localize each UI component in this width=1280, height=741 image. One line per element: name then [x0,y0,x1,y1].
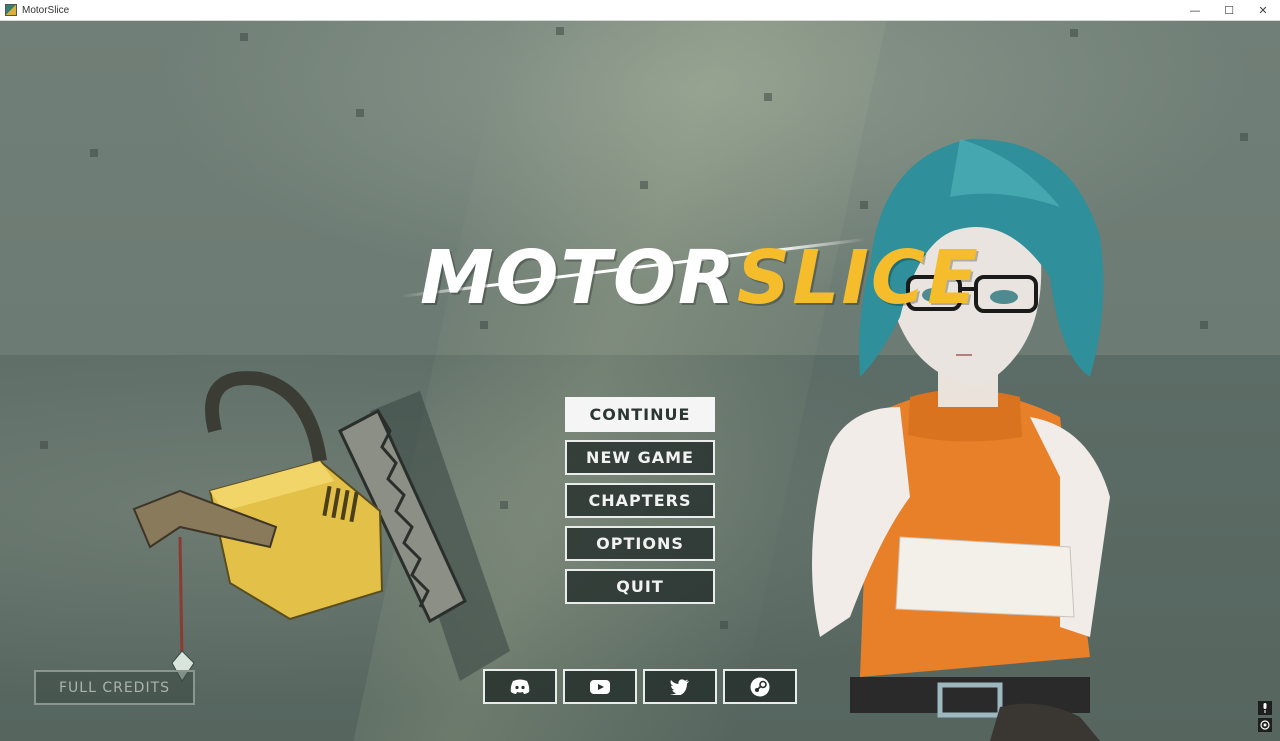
wall-pixel [1240,133,1248,141]
chapters-button[interactable]: CHAPTERS [565,483,715,518]
youtube-button[interactable] [563,669,637,704]
wall-pixel [240,33,248,41]
maximize-button[interactable]: ☐ [1212,0,1246,20]
discord-icon [510,679,530,694]
wall-pixel [640,181,648,189]
overlay-corner-icons [1258,701,1274,735]
youtube-icon [590,679,610,694]
close-button[interactable]: ✕ [1246,0,1280,20]
wall-pixel [556,27,564,35]
settings-icon[interactable] [1258,718,1272,732]
window-title: MotorSlice [22,4,70,16]
new-game-button[interactable]: NEW GAME [565,440,715,475]
wall-pixel [1200,321,1208,329]
wall-pixel [720,621,728,629]
options-button[interactable]: OPTIONS [565,526,715,561]
game-logo: MOTORSLICE [399,233,978,323]
game-viewport: MOTORSLICE CONTINUE NEW GAME CHAPTERS OP… [0,21,1280,741]
logo-text: MOTORSLICE [420,233,980,323]
twitter-icon [670,678,689,695]
chainsaw-illustration [132,371,510,682]
main-menu: CONTINUE NEW GAME CHAPTERS OPTIONS QUIT [565,397,715,612]
quit-button[interactable]: QUIT [565,569,715,604]
character-illustration [812,138,1110,741]
minimize-button[interactable]: — [1178,0,1212,20]
window-controls: — ☐ ✕ [1178,0,1280,20]
social-links [483,669,803,704]
microphone-icon[interactable] [1258,701,1272,715]
wall-pixel [40,441,48,449]
wall-pixel [356,109,364,117]
full-credits-button[interactable]: FULL CREDITS [34,670,195,705]
wall-pixel [1070,29,1078,37]
app-icon [5,4,17,16]
settings-glyph [1260,720,1270,730]
game-window: MotorSlice — ☐ ✕ MOTORSLICE CONTINUE NEW… [0,0,1280,741]
discord-button[interactable] [483,669,557,704]
wall-pixel [764,93,772,101]
logo-slice: SLICE [736,235,980,321]
logo-motor: MOTOR [420,235,737,321]
wall-pixel [90,149,98,157]
steam-icon [750,677,770,696]
window-titlebar: MotorSlice — ☐ ✕ [0,0,1280,21]
steam-button[interactable] [723,669,797,704]
microphone-glyph [1263,703,1267,713]
continue-button[interactable]: CONTINUE [565,397,715,432]
twitter-button[interactable] [643,669,717,704]
